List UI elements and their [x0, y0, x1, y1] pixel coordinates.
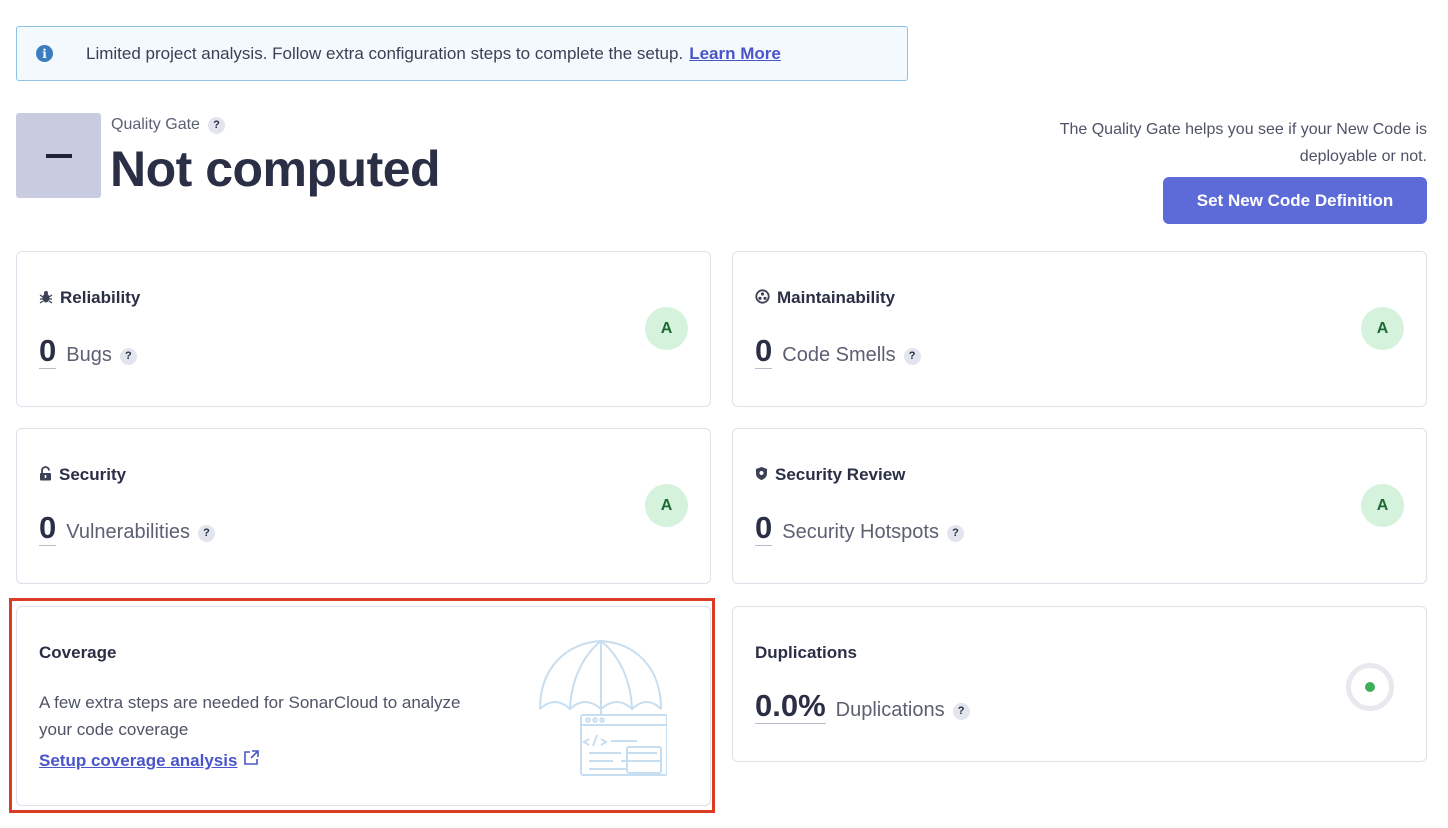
reliability-rating-badge[interactable]: A	[645, 307, 688, 350]
maintainability-card: Maintainability 0 Code Smells ? A	[732, 251, 1427, 407]
help-icon[interactable]: ?	[946, 524, 964, 542]
card-title: Security Review	[775, 465, 906, 484]
security-card: Security 0 Vulnerabilities ? A	[16, 428, 711, 584]
duplications-card: Duplications 0.0% Duplications ?	[732, 606, 1427, 762]
card-title: Duplications	[755, 643, 858, 662]
lock-icon	[39, 466, 52, 484]
learn-more-link[interactable]: Learn More	[689, 44, 781, 64]
duplications-ring-icon	[1346, 663, 1394, 711]
vulnerabilities-count[interactable]: 0	[39, 511, 57, 546]
card-title: Security	[59, 465, 127, 484]
set-new-code-definition-button[interactable]: Set New Code Definition	[1163, 177, 1427, 224]
help-icon[interactable]: ?	[207, 116, 225, 134]
info-banner: i Limited project analysis. Follow extra…	[16, 26, 908, 81]
metric-label: Duplications	[835, 699, 945, 721]
card-title: Maintainability	[777, 288, 896, 307]
metric-label: Vulnerabilities	[66, 521, 191, 543]
duplications-value[interactable]: 0.0%	[755, 689, 826, 724]
quality-gate-description: The Quality Gate helps you see if your N…	[1059, 121, 1427, 165]
coverage-highlight-box	[9, 598, 715, 813]
help-icon[interactable]: ?	[119, 347, 137, 365]
info-icon: i	[36, 45, 53, 62]
metric-label: Security Hotspots	[782, 521, 939, 543]
banner-message: Limited project analysis. Follow extra c…	[86, 43, 684, 63]
help-icon[interactable]: ?	[952, 702, 970, 720]
reliability-card: Reliability 0 Bugs ? A	[16, 251, 711, 407]
quality-gate-label: Quality Gate ?	[111, 116, 225, 134]
help-icon[interactable]: ?	[198, 524, 216, 542]
security-hotspots-count[interactable]: 0	[755, 511, 773, 546]
security-rating-badge[interactable]: A	[645, 484, 688, 527]
bugs-count[interactable]: 0	[39, 334, 57, 369]
security-review-card: Security Review 0 Security Hotspots ? A	[732, 428, 1427, 584]
maintainability-icon	[755, 289, 770, 307]
quality-gate-status-icon	[16, 113, 101, 198]
security-review-rating-badge[interactable]: A	[1361, 484, 1404, 527]
help-icon[interactable]: ?	[903, 347, 921, 365]
maintainability-rating-badge[interactable]: A	[1361, 307, 1404, 350]
metric-label: Code Smells	[782, 344, 896, 366]
metric-label: Bugs	[66, 344, 112, 366]
quality-gate-status: Not computed	[110, 141, 441, 197]
shield-icon	[755, 466, 768, 484]
card-title: Reliability	[60, 288, 141, 307]
code-smells-count[interactable]: 0	[755, 334, 773, 369]
bug-icon	[39, 290, 53, 307]
